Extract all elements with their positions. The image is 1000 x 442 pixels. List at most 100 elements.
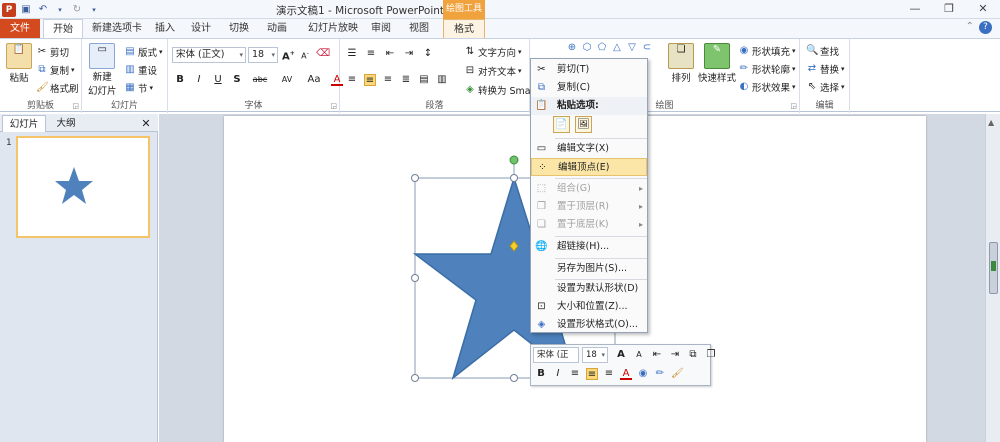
shape-effects-button[interactable]: ◐ 形状效果 ▾	[738, 80, 796, 94]
vertical-scrollbar[interactable]: ▲	[985, 114, 1000, 442]
tab-view[interactable]: 视图	[404, 19, 434, 38]
resize-handle[interactable]	[510, 374, 518, 382]
shape-outline-button[interactable]: ✏ 形状轮廓 ▾	[738, 62, 796, 76]
resize-handle[interactable]	[411, 374, 419, 382]
resize-handle[interactable]	[510, 174, 518, 182]
menu-item-format-shape[interactable]: ◈ 设置形状格式(O)...	[531, 316, 647, 334]
scroll-up-icon[interactable]: ▲	[988, 118, 994, 127]
mini-bold-button[interactable]: B	[535, 368, 547, 380]
align-left-icon[interactable]: ≡	[346, 74, 358, 86]
change-case-button[interactable]: Aa	[304, 74, 324, 86]
find-button[interactable]: 🔍 查找	[806, 44, 839, 58]
menu-item-group[interactable]: ⬚ 组合(G) ▸	[531, 180, 647, 198]
reset-button[interactable]: ▥ 重设	[124, 63, 157, 77]
menu-item-send-to-back[interactable]: ❏ 置于底层(K) ▸	[531, 216, 647, 234]
shrink-font-icon[interactable]: A-	[299, 48, 311, 61]
mini-font-name-combo[interactable]: 宋体 (正文)	[533, 347, 579, 363]
tab-file[interactable]: 文件	[0, 19, 40, 38]
shape-cross-icon[interactable]: ⊕	[566, 42, 578, 54]
menu-item-copy[interactable]: ⧉ 复制(C)	[531, 79, 647, 97]
shape-down-triangle-icon[interactable]: ▽	[626, 42, 638, 54]
menu-item-cut[interactable]: ✂ 剪切(T)	[531, 61, 647, 79]
dialog-launcher-icon[interactable]: ◲	[330, 102, 337, 110]
tab-new-tab[interactable]: 新建选项卡	[88, 19, 146, 38]
char-spacing-button[interactable]: AV	[277, 74, 297, 86]
underline-button[interactable]: U	[212, 74, 224, 86]
grow-font-icon[interactable]: A+	[282, 48, 295, 62]
align-right-icon[interactable]: ≡	[382, 74, 394, 86]
paste-picture-icon[interactable]: 🖼	[575, 116, 592, 133]
mini-font-color-button[interactable]: A	[620, 368, 632, 380]
mini-align-right-icon[interactable]: ≡	[603, 368, 615, 380]
tab-outline-pane[interactable]: 大纲	[48, 115, 84, 132]
menu-item-edit-text[interactable]: ▭ 编辑文字(X)	[531, 140, 647, 158]
font-name-combo[interactable]: 宋体 (正文) ▾	[172, 47, 246, 63]
slide-thumbnail[interactable]	[16, 136, 150, 238]
mini-brush-icon[interactable]: 🖌	[671, 368, 684, 380]
shape-bracket-icon[interactable]: ⊂	[641, 42, 653, 54]
paste-keep-formatting-icon[interactable]: 📄	[553, 116, 570, 133]
menu-item-bring-to-front[interactable]: ❐ 置于顶层(R) ▸	[531, 198, 647, 216]
close-pane-icon[interactable]: ✕	[138, 115, 154, 132]
shape-triangle-icon[interactable]: △	[611, 42, 623, 54]
menu-item-save-as-picture[interactable]: 另存为图片(S)...	[531, 260, 647, 278]
mini-fill-bucket-icon[interactable]: ◉	[637, 368, 649, 380]
scroll-thumb[interactable]	[989, 242, 998, 294]
tab-insert[interactable]: 插入	[150, 19, 180, 38]
tab-review[interactable]: 审阅	[366, 19, 396, 38]
mini-align-center-icon[interactable]: ≡	[586, 368, 598, 380]
paste-button[interactable]: 📋 粘贴	[6, 43, 32, 84]
shape-fill-button[interactable]: ◉ 形状填充 ▾	[738, 44, 796, 58]
shadow-button[interactable]: S	[231, 74, 243, 86]
menu-item-hyperlink[interactable]: 🌐 超链接(H)...	[531, 238, 647, 256]
strikethrough-button[interactable]: abc	[250, 74, 270, 86]
mini-pen-icon[interactable]: ✏	[654, 368, 666, 380]
quick-styles-button[interactable]: ✎ 快速样式	[698, 43, 736, 84]
layout-button[interactable]: ▤ 版式 ▾	[124, 45, 162, 59]
mini-copy-icon[interactable]: ❐	[705, 349, 717, 361]
smartart-button[interactable]: ◈ 转换为 Smar	[464, 83, 534, 97]
bold-button[interactable]: B	[174, 74, 186, 86]
shape-hexagon-icon[interactable]: ⬡	[581, 42, 593, 54]
arrange-button[interactable]: ❏ 排列	[668, 43, 694, 84]
resize-handle[interactable]	[411, 174, 419, 182]
tab-slideshow[interactable]: 幻灯片放映	[304, 19, 362, 38]
align-text-button[interactable]: ⊟ 对齐文本 ▾	[464, 64, 522, 78]
columns-icon[interactable]: ▥	[436, 74, 448, 86]
mini-font-size-combo[interactable]: 18 ▾	[582, 347, 608, 363]
text-direction-button[interactable]: ⇅ 文字方向 ▾	[464, 45, 522, 59]
bullets-icon[interactable]: ☰	[346, 48, 358, 60]
increase-indent-icon[interactable]: ⇥	[403, 48, 415, 60]
minimize-ribbon-icon[interactable]: ⌃	[966, 21, 974, 32]
decrease-indent-icon[interactable]: ⇤	[651, 349, 663, 361]
shape-gallery[interactable]: ⊕ ⬡ ⬠ △ ▽ ⊂	[566, 42, 653, 54]
menu-item-size-position[interactable]: ⊡ 大小和位置(Z)...	[531, 298, 647, 316]
format-painter-icon[interactable]: ⧉	[687, 349, 699, 361]
mini-align-left-icon[interactable]: ≡	[569, 368, 581, 380]
clear-format-icon[interactable]: ⌫	[316, 48, 330, 60]
justify-icon[interactable]: ≣	[400, 74, 412, 86]
numbering-icon[interactable]: ≡	[365, 48, 377, 60]
mini-italic-button[interactable]: I	[552, 368, 564, 380]
tab-format[interactable]: 格式	[443, 19, 485, 39]
resize-handle[interactable]	[411, 274, 419, 282]
copy-button[interactable]: ⧉ 复制 ▾	[36, 63, 74, 77]
tab-transitions[interactable]: 切换	[224, 19, 254, 38]
align-center-icon[interactable]: ≡	[364, 74, 376, 86]
tab-slides-pane[interactable]: 幻灯片	[2, 115, 46, 132]
restore-icon[interactable]: ❐	[932, 0, 966, 19]
decrease-indent-icon[interactable]: ⇤	[384, 48, 396, 60]
close-icon[interactable]: ✕	[966, 0, 1000, 19]
cut-button[interactable]: ✂ 剪切	[36, 45, 69, 59]
grow-font-icon[interactable]: A	[615, 349, 627, 361]
increase-indent-icon[interactable]: ⇥	[669, 349, 681, 361]
font-size-combo[interactable]: 18 ▾	[248, 47, 278, 63]
line-spacing-icon[interactable]: ↕	[422, 48, 434, 60]
section-button[interactable]: ▦ 节 ▾	[124, 81, 153, 95]
help-icon[interactable]: ?	[979, 21, 992, 34]
tab-animations[interactable]: 动画	[262, 19, 292, 38]
italic-button[interactable]: I	[193, 74, 205, 86]
new-slide-button[interactable]: ▭ 新建 幻灯片	[88, 43, 117, 97]
menu-item-edit-points[interactable]: ⁘ 编辑顶点(E)	[531, 158, 647, 176]
minimize-icon[interactable]: —	[898, 0, 932, 19]
